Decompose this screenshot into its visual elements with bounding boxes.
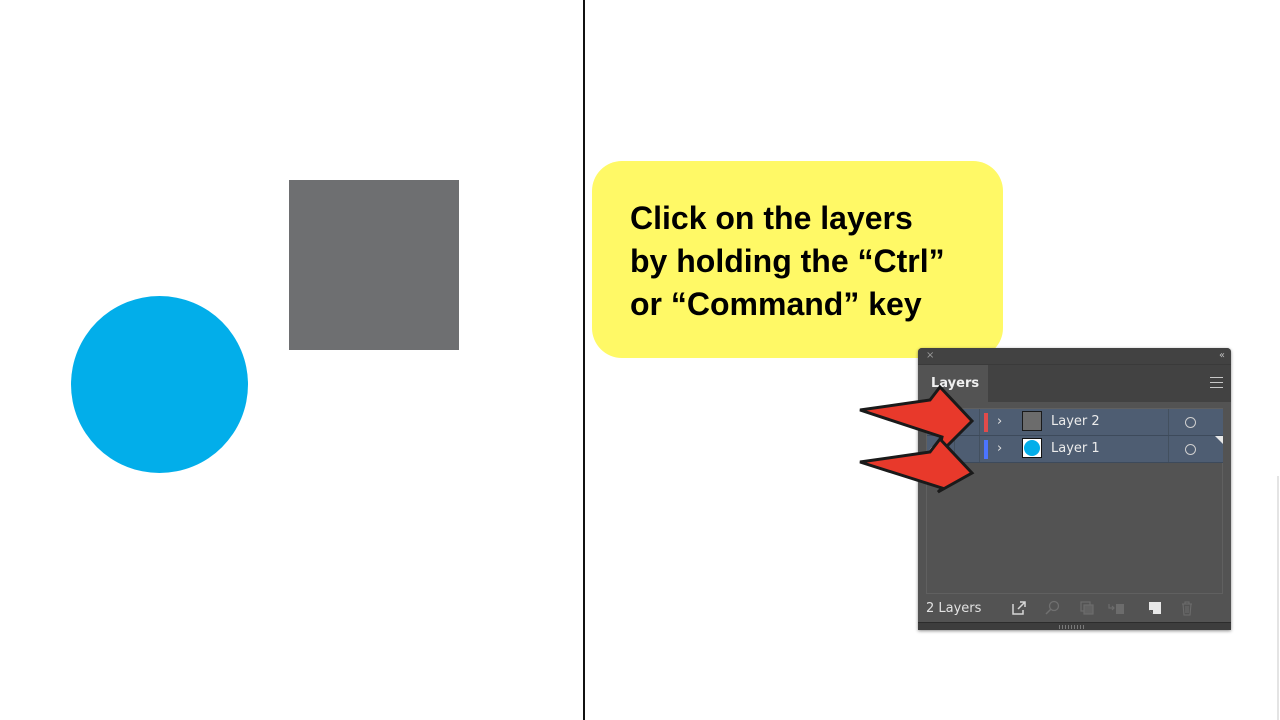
arrow-to-layer-1 — [859, 436, 975, 494]
layer-name[interactable]: Layer 1 — [1051, 436, 1100, 462]
instruction-callout: Click on the layers by holding the “Ctrl… — [592, 161, 1003, 358]
new-layer-icon[interactable] — [1147, 600, 1163, 616]
panel-resize-handle[interactable] — [918, 622, 1231, 630]
panel-footer: 2 Layers — [918, 596, 1231, 622]
callout-text: Click on the layers by holding the “Ctrl… — [630, 200, 945, 322]
expand-chevron-icon[interactable]: › — [997, 441, 1002, 457]
layer-name[interactable]: Layer 2 — [1051, 409, 1100, 435]
panel-menu-icon[interactable] — [1210, 377, 1223, 388]
close-icon[interactable]: × — [926, 350, 934, 362]
collapse-icon[interactable]: ‹‹ — [1219, 350, 1225, 362]
layer-thumbnail — [1022, 438, 1042, 458]
target-circle-icon[interactable] — [1185, 417, 1196, 428]
panel-titlebar[interactable]: × ‹‹ — [918, 348, 1231, 364]
slide-divider — [583, 0, 585, 720]
clipping-mask-icon[interactable] — [1079, 600, 1095, 616]
layer-thumbnail — [1022, 411, 1042, 431]
expand-chevron-icon[interactable]: › — [997, 414, 1002, 430]
selection-indicator — [1215, 436, 1223, 444]
blue-circle-shape[interactable] — [71, 296, 248, 473]
export-icon[interactable] — [1011, 600, 1027, 616]
layer-count: 2 Layers — [926, 601, 982, 616]
target-circle-icon[interactable] — [1185, 444, 1196, 455]
move-to-layer-icon[interactable] — [1108, 600, 1124, 616]
grip-icon — [1059, 625, 1085, 629]
edge-line — [1277, 476, 1279, 720]
locate-object-icon[interactable] — [1044, 600, 1060, 616]
gray-square-shape[interactable] — [289, 180, 459, 350]
delete-icon[interactable] — [1179, 600, 1195, 616]
